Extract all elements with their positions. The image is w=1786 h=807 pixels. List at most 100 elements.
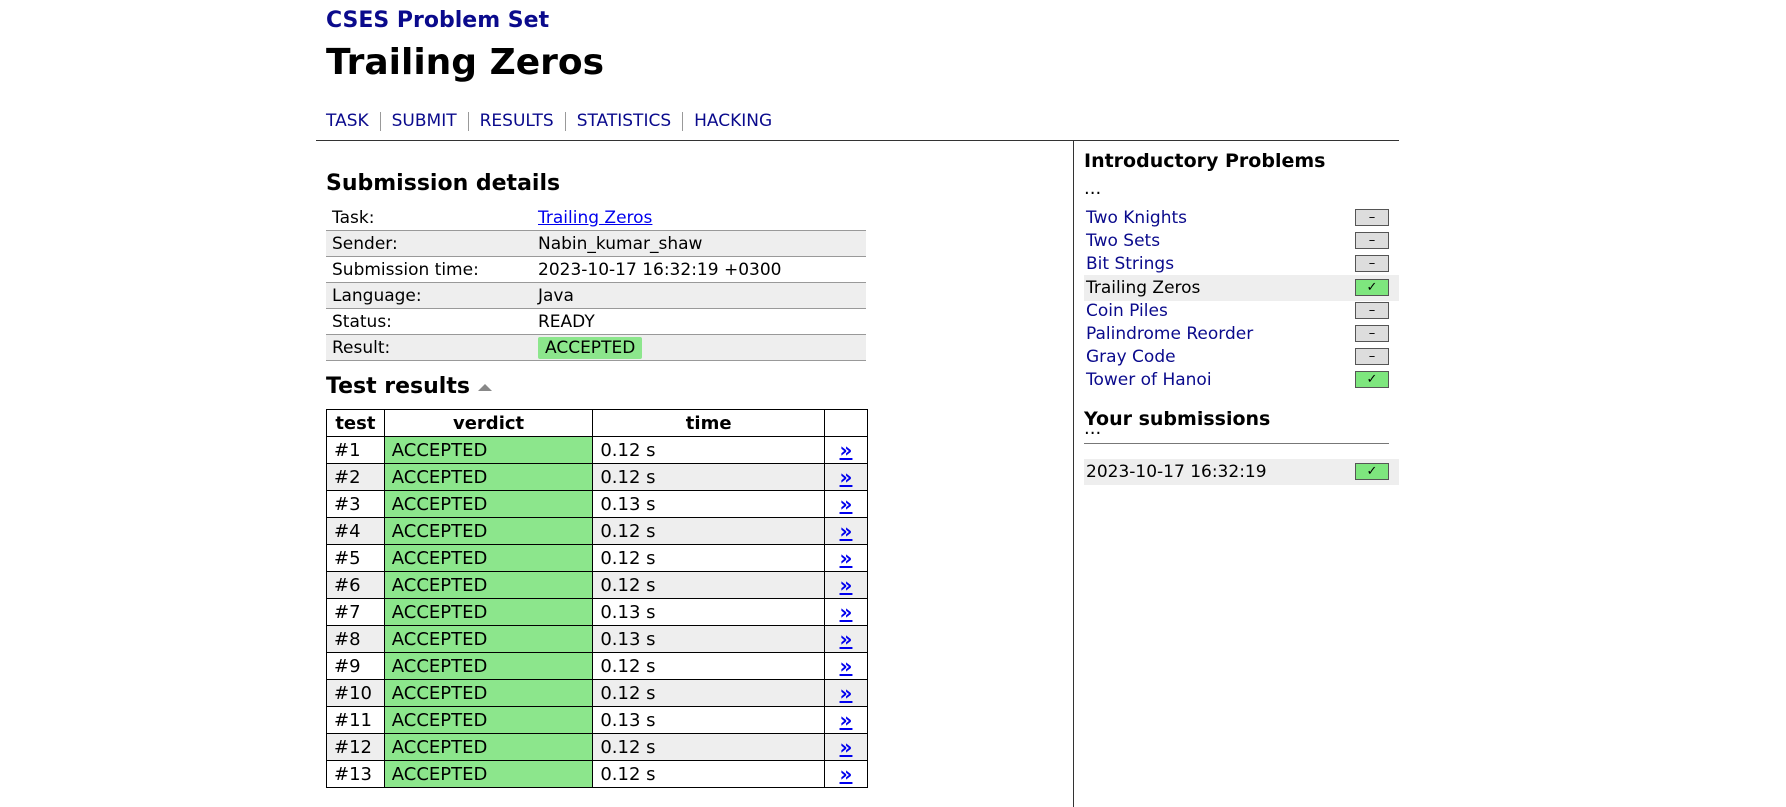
test-number: #10 [326,679,385,707]
details-row: Submission time: 2023-10-17 16:32:19 +03… [326,256,866,283]
sidebar-problem-item: Gray Code – [1084,344,1399,370]
result-badge: ACCEPTED [538,336,643,359]
submission-details-heading: Submission details [326,171,561,196]
details-label: Status: [326,308,532,335]
details-label: Sender: [326,230,532,257]
test-detail-cell: » [824,679,868,707]
column-header-test: test [326,409,385,437]
test-detail-link-icon[interactable]: » [840,600,853,624]
test-time: 0.12 s [592,679,825,707]
test-number: #4 [326,517,385,545]
test-verdict: ACCEPTED [383,760,594,788]
test-verdict: ACCEPTED [383,436,594,464]
test-number: #7 [326,598,385,626]
nav-statistics[interactable]: STATISTICS [577,111,671,131]
test-verdict: ACCEPTED [383,571,594,599]
test-detail-cell: » [824,706,868,734]
details-row: Sender: Nabin_kumar_shaw [326,230,866,257]
details-value: Trailing Zeros [532,205,866,231]
nav-submit[interactable]: SUBMIT [392,111,457,131]
dash-icon: – [1355,209,1389,226]
details-label: Submission time: [326,256,532,283]
test-time: 0.13 s [592,490,825,518]
test-row: #13 ACCEPTED 0.12 s » [326,760,868,788]
dash-icon: – [1355,255,1389,273]
test-detail-link-icon[interactable]: » [840,735,853,759]
current-problem-label: Trailing Zeros [1086,277,1201,298]
test-detail-link-icon[interactable]: » [840,708,853,732]
caret-up-icon[interactable] [477,383,492,391]
problem-link[interactable]: Coin Piles [1086,301,1168,321]
details-row: Result: ACCEPTED [326,334,866,361]
details-label: Language: [326,282,532,309]
test-row: #9 ACCEPTED 0.12 s » [326,652,868,680]
nav-hacking[interactable]: HACKING [694,111,772,131]
sidebar-problem-item: Two Knights – [1084,205,1399,231]
test-detail-link-icon[interactable]: » [840,519,853,543]
test-row: #3 ACCEPTED 0.13 s » [326,490,868,518]
test-verdict: ACCEPTED [383,625,594,653]
check-icon: ✓ [1355,371,1389,389]
test-time: 0.13 s [592,598,825,626]
test-detail-link-icon[interactable]: » [840,627,853,651]
site-title-link[interactable]: CSES Problem Set [326,8,549,33]
details-value: READY [532,308,866,335]
test-detail-link-icon[interactable]: » [840,681,853,705]
test-verdict: ACCEPTED [383,679,594,707]
test-number: #8 [326,625,385,653]
problem-link[interactable]: Tower of Hanoi [1086,370,1212,390]
nav-separator [379,111,381,131]
problem-link[interactable]: Palindrome Reorder [1086,324,1253,344]
test-row: #8 ACCEPTED 0.13 s » [326,625,868,653]
test-detail-cell: » [824,436,868,464]
problem-link[interactable]: Two Knights [1086,208,1187,228]
test-number: #9 [326,652,385,680]
test-detail-link-icon[interactable]: » [840,438,853,462]
sidebar: Introductory Problems ... Two Knights – Tw… [1084,150,1399,485]
check-icon: ✓ [1355,463,1389,480]
sidebar-problem-item: Trailing Zeros ✓ [1084,274,1399,301]
test-number: #13 [326,760,385,788]
submission-item[interactable]: 2023-10-17 16:32:19 ✓ [1084,459,1399,485]
test-row: #5 ACCEPTED 0.12 s » [326,544,868,572]
problem-link[interactable]: Two Sets [1086,231,1160,251]
test-detail-cell: » [824,760,868,788]
dash-icon: – [1355,325,1389,342]
test-detail-link-icon[interactable]: » [840,654,853,678]
details-label: Task: [326,205,532,231]
test-verdict: ACCEPTED [383,733,594,761]
test-detail-link-icon[interactable]: » [840,762,853,786]
column-header-time: time [592,409,825,437]
test-number: #5 [326,544,385,572]
test-time: 0.12 s [592,463,825,491]
details-value: ACCEPTED [532,334,866,361]
nav-results[interactable]: RESULTS [480,111,554,131]
test-number: #11 [326,706,385,734]
nav-separator [682,111,684,131]
sidebar-problem-item: Coin Piles – [1084,298,1399,324]
details-row: Status: READY [326,308,866,335]
test-verdict: ACCEPTED [383,517,594,545]
check-icon: ✓ [1355,278,1389,296]
test-results-heading[interactable]: Test results [326,374,492,399]
test-detail-cell: » [824,517,868,545]
sidebar-problem-item: Two Sets – [1084,228,1399,254]
test-detail-link-icon[interactable]: » [840,546,853,570]
sidebar-separator [1084,443,1389,444]
page: CSES Problem Set Trailing Zeros TASK SUBM… [316,0,1399,807]
test-detail-link-icon[interactable]: » [840,573,853,597]
nav-task[interactable]: TASK [326,111,369,131]
test-number: #3 [326,490,385,518]
details-row: Task: Trailing Zeros [326,205,866,231]
test-number: #1 [326,436,385,464]
test-time: 0.12 s [592,733,825,761]
column-header-link [824,409,868,437]
problem-link[interactable]: Bit Strings [1086,254,1174,274]
test-detail-link-icon[interactable]: » [840,465,853,489]
problem-link[interactable]: Gray Code [1086,347,1176,367]
test-number: #2 [326,463,385,491]
header-divider [316,140,1399,141]
results-header-row: test verdict time [326,409,868,437]
task-link[interactable]: Trailing Zeros [538,208,652,228]
test-detail-link-icon[interactable]: » [840,492,853,516]
